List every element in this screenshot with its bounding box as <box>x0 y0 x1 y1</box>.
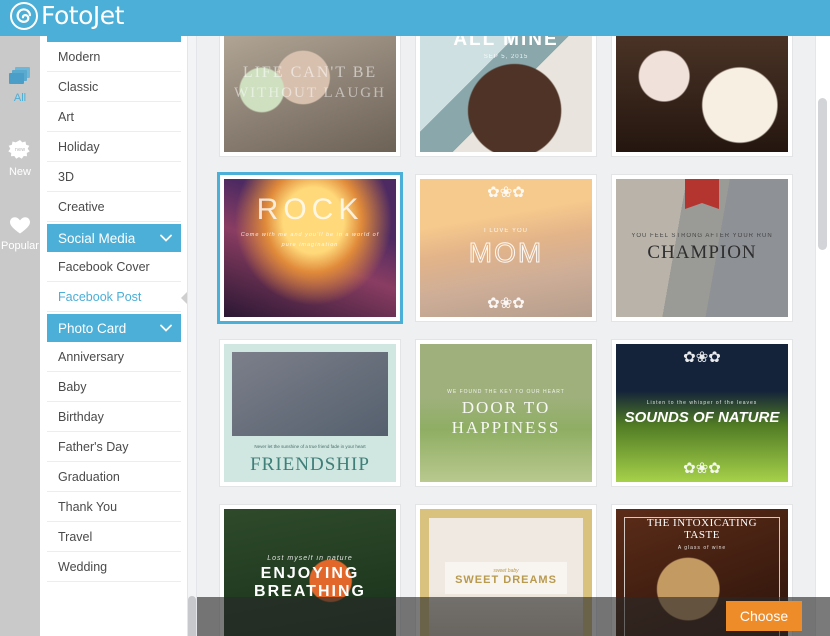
sidebar-scrollbar-thumb[interactable] <box>188 596 196 636</box>
template-card-cake[interactable]: Happy Birthday <box>612 36 792 156</box>
sidebar-item-anniversary[interactable]: Anniversary <box>47 342 181 372</box>
rail-label-new: New <box>8 165 31 178</box>
template-title: SWEET DREAMS <box>455 574 557 587</box>
new-burst-icon: new <box>8 139 30 159</box>
logo-text: FotoJet <box>41 1 124 30</box>
template-subtitle: Lost myself in nature <box>267 555 353 563</box>
template-gallery: LIFE CAN'T BE WITHOUT LAUGH Sweet Desser… <box>197 36 815 636</box>
sidebar-scrollbar-track[interactable] <box>187 36 197 636</box>
template-grid: LIFE CAN'T BE WITHOUT LAUGH Sweet Desser… <box>197 36 815 636</box>
rail-item-popular[interactable]: Popular <box>0 202 40 262</box>
category-list-collage: Modern Classic Art Holiday 3D Creative <box>47 42 181 222</box>
gallery-scrollbar-thumb[interactable] <box>818 98 827 250</box>
template-title: THE INTOXICATING TASTE <box>646 517 758 541</box>
spiral-icon <box>10 2 38 30</box>
sidebar-item-classic[interactable]: Classic <box>47 72 181 102</box>
template-thumbnail: ✿❀✿ ✿❀✿ I LOVE YOU MOM <box>420 179 592 317</box>
category-header-photo-card[interactable]: Photo Card <box>47 314 181 342</box>
template-thumbnail: LIFE CAN'T BE WITHOUT LAUGH <box>224 36 396 152</box>
template-card-mom[interactable]: ✿❀✿ ✿❀✿ I LOVE YOU MOM <box>416 175 596 321</box>
template-thumbnail: Happy Birthday <box>616 36 788 152</box>
template-photo-area <box>232 352 388 436</box>
category-list-photo-card: Anniversary Baby Birthday Father's Day G… <box>47 342 181 582</box>
app-header: FotoJet <box>0 0 830 36</box>
template-title: ALL MINE <box>453 36 559 50</box>
ornament-top-icon: ✿❀✿ <box>487 184 525 201</box>
template-title: MOM <box>468 236 544 268</box>
category-list-social-media: Facebook Cover Facebook Post <box>47 252 187 312</box>
sidebar-item-creative[interactable]: Creative <box>47 192 181 222</box>
template-subtitle: Listen to the whisper of the leaves <box>646 400 758 406</box>
sidebar-item-thank-you[interactable]: Thank You <box>47 492 181 522</box>
template-subtitle: Never let the sunshine of a true friend … <box>254 444 366 450</box>
template-card-allmine[interactable]: Sweet Dessert ALL MINE SEP 5, 2015 <box>416 36 596 156</box>
template-thumbnail: Sweet Dessert ALL MINE SEP 5, 2015 <box>420 36 592 152</box>
template-card-cafe[interactable]: LIFE CAN'T BE WITHOUT LAUGH <box>220 36 400 156</box>
svg-text:new: new <box>15 147 25 153</box>
template-card-door[interactable]: WE FOUND THE KEY TO OUR HEART DOOR TO HA… <box>416 340 596 486</box>
category-header-social-media[interactable]: Social Media <box>47 224 181 252</box>
bottom-action-bar: Choose <box>197 597 830 636</box>
template-date: SEP 5, 2015 <box>483 54 529 60</box>
template-title: FRIENDSHIP <box>250 454 370 475</box>
fotojet-app: FotoJet All new New Popular Modern Class… <box>0 0 830 636</box>
ornament-bottom-icon: ✿❀✿ <box>487 295 525 312</box>
layers-icon <box>9 66 30 84</box>
rail-item-new[interactable]: new New <box>0 128 40 188</box>
template-card-champion[interactable]: YOU FEEL STRONG AFTER YOUR RUN CHAMPION <box>612 175 792 321</box>
template-thumbnail: Never let the sunshine of a true friend … <box>224 344 396 482</box>
template-thumbnail: ROCK Come with me and you'll be in a wor… <box>224 179 396 317</box>
sidebar-item-travel[interactable]: Travel <box>47 522 181 552</box>
template-title: LIFE CAN'T BE <box>242 64 378 81</box>
sidebar-item-3d[interactable]: 3D <box>47 162 181 192</box>
sidebar-item-fathers-day[interactable]: Father's Day <box>47 432 181 462</box>
template-artwork <box>616 36 788 152</box>
template-subtitle: WE FOUND THE KEY TO OUR HEART <box>447 388 565 395</box>
template-thumbnail: WE FOUND THE KEY TO OUR HEART DOOR TO HA… <box>420 344 592 482</box>
template-card-nature[interactable]: ✿❀✿ ✿❀✿ Listen to the whisper of the lea… <box>612 340 792 486</box>
template-thumbnail: YOU FEEL STRONG AFTER YOUR RUN CHAMPION <box>616 179 788 317</box>
rail-label-popular: Popular <box>1 239 39 252</box>
icon-rail: All new New Popular <box>0 36 40 636</box>
chevron-down-icon <box>160 324 172 332</box>
template-title: ENJOYING BREATHING <box>254 565 366 600</box>
sidebar-item-facebook-cover[interactable]: Facebook Cover <box>47 252 181 282</box>
sidebar-item-art[interactable]: Art <box>47 102 181 132</box>
ornament-bottom-icon: ✿❀✿ <box>683 460 721 477</box>
category-sidebar-scroll-content: Collage Modern Classic Art Holiday 3D Cr… <box>40 36 187 584</box>
category-header-social-media-label: Social Media <box>58 230 136 246</box>
template-subtitle: YOU FEEL STRONG AFTER YOUR RUN <box>631 232 773 239</box>
rail-item-all[interactable]: All <box>0 54 40 114</box>
sidebar-item-modern[interactable]: Modern <box>47 42 181 72</box>
sidebar-item-graduation[interactable]: Graduation <box>47 462 181 492</box>
template-title: CHAMPION <box>647 241 757 263</box>
template-title: ROCK <box>256 193 364 226</box>
template-title: DOOR TO HAPPINESS <box>451 397 561 437</box>
template-title: SOUNDS OF NATURE <box>624 409 780 426</box>
category-sidebar: Collage Modern Classic Art Holiday 3D Cr… <box>40 36 187 636</box>
choose-button[interactable]: Choose <box>726 601 802 631</box>
template-card-friendship[interactable]: Never let the sunshine of a true friend … <box>220 340 400 486</box>
category-header-photo-card-label: Photo Card <box>58 320 127 336</box>
logo[interactable]: FotoJet <box>10 2 124 30</box>
ornament-top-icon: ✿❀✿ <box>683 349 721 366</box>
rail-label-all: All <box>13 91 27 104</box>
sidebar-item-birthday[interactable]: Birthday <box>47 402 181 432</box>
template-subtitle: WITHOUT LAUGH <box>234 85 386 101</box>
template-card-rock[interactable]: ROCK Come with me and you'll be in a wor… <box>220 175 400 321</box>
heart-icon <box>10 216 30 233</box>
template-thumbnail: ✿❀✿ ✿❀✿ Listen to the whisper of the lea… <box>616 344 788 482</box>
chevron-down-icon <box>160 234 172 242</box>
template-subtitle: A glass of wine <box>677 545 727 551</box>
template-subtitle: I LOVE YOU <box>484 227 528 234</box>
template-subtitle: Come with me and you'll be in a world of… <box>240 232 380 249</box>
sidebar-item-baby[interactable]: Baby <box>47 372 181 402</box>
sidebar-item-wedding[interactable]: Wedding <box>47 552 181 582</box>
sidebar-item-holiday[interactable]: Holiday <box>47 132 181 162</box>
sidebar-item-facebook-post[interactable]: Facebook Post <box>47 282 187 312</box>
